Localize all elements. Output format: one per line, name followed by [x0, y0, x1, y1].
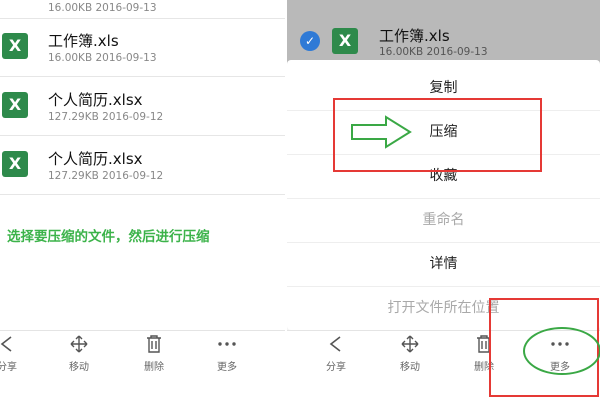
trash-icon: [129, 335, 179, 355]
file-row[interactable]: X 个人简历.xlsx 127.29KB 2016-09-12: [0, 136, 285, 195]
compress-menu-item[interactable]: 压缩: [287, 110, 600, 155]
open-location-menu-item: 打开文件所在位置: [287, 286, 600, 331]
file-meta: 127.29KB 2016-09-12: [48, 111, 164, 123]
share-label: 分享: [0, 362, 17, 373]
left-file-panel: 16.00KB 2016-09-13 X 工作簿.xls 16.00KB 201…: [0, 0, 285, 375]
move-label: 移动: [69, 362, 89, 373]
excel-file-icon: X: [2, 151, 28, 177]
move-button[interactable]: 移动: [54, 335, 104, 373]
delete-label: 删除: [144, 362, 164, 373]
more-dots-icon: [535, 335, 585, 355]
excel-file-icon: X: [2, 92, 28, 118]
more-button[interactable]: 更多: [535, 335, 585, 373]
file-meta: 16.00KB 2016-09-13: [379, 46, 488, 58]
copy-menu-item[interactable]: 复制: [287, 66, 600, 111]
file-row[interactable]: X 个人简历.xlsx 127.29KB 2016-09-12: [0, 77, 285, 136]
share-button[interactable]: 分享: [311, 335, 361, 373]
share-button[interactable]: 分享: [0, 335, 32, 373]
favorite-menu-item[interactable]: 收藏: [287, 154, 600, 199]
file-meta: 16.00KB 2016-09-13: [48, 2, 157, 14]
trash-icon: [459, 335, 509, 355]
selected-file-row[interactable]: ✓ X 工作簿.xls 16.00KB 2016-09-13: [287, 0, 600, 68]
file-meta: 127.29KB 2016-09-12: [48, 170, 164, 182]
file-row[interactable]: X 工作簿.xls 16.00KB 2016-09-13: [0, 18, 285, 77]
delete-button[interactable]: 删除: [129, 335, 179, 373]
move-button[interactable]: 移动: [385, 335, 435, 373]
rename-menu-item: 重命名: [287, 198, 600, 243]
excel-file-icon: X: [332, 28, 358, 54]
checked-icon[interactable]: ✓: [300, 31, 320, 51]
delete-label: 删除: [474, 362, 494, 373]
file-name: 个人简历.xlsx: [48, 150, 143, 168]
share-label: 分享: [326, 362, 346, 373]
move-icon: [385, 335, 435, 355]
bottom-toolbar: 分享 移动 删除 更多: [287, 330, 600, 375]
file-name: 工作簿.xls: [48, 32, 119, 50]
file-row-partial[interactable]: 16.00KB 2016-09-13: [0, 0, 285, 19]
share-icon: [0, 335, 32, 355]
more-dots-icon: [202, 335, 252, 355]
action-menu: 复制 压缩 收藏 重命名 详情 打开文件所在位置: [287, 60, 600, 331]
file-meta: 16.00KB 2016-09-13: [48, 52, 157, 64]
bottom-toolbar: 分享 移动 删除 更多: [0, 330, 285, 375]
delete-button[interactable]: 删除: [459, 335, 509, 373]
right-action-panel: ✓ X 工作簿.xls 16.00KB 2016-09-13 复制 压缩 收藏 …: [287, 0, 600, 375]
more-label: 更多: [217, 362, 237, 373]
excel-file-icon: X: [2, 33, 28, 59]
details-menu-item[interactable]: 详情: [287, 242, 600, 287]
move-icon: [54, 335, 104, 355]
file-name: 工作簿.xls: [379, 27, 450, 45]
file-name: 个人简历.xlsx: [48, 91, 143, 109]
compress-hint-text: 选择要压缩的文件，然后进行压缩: [7, 229, 210, 245]
more-label: 更多: [550, 362, 570, 373]
share-icon: [311, 335, 361, 355]
more-button[interactable]: 更多: [202, 335, 252, 373]
move-label: 移动: [400, 362, 420, 373]
